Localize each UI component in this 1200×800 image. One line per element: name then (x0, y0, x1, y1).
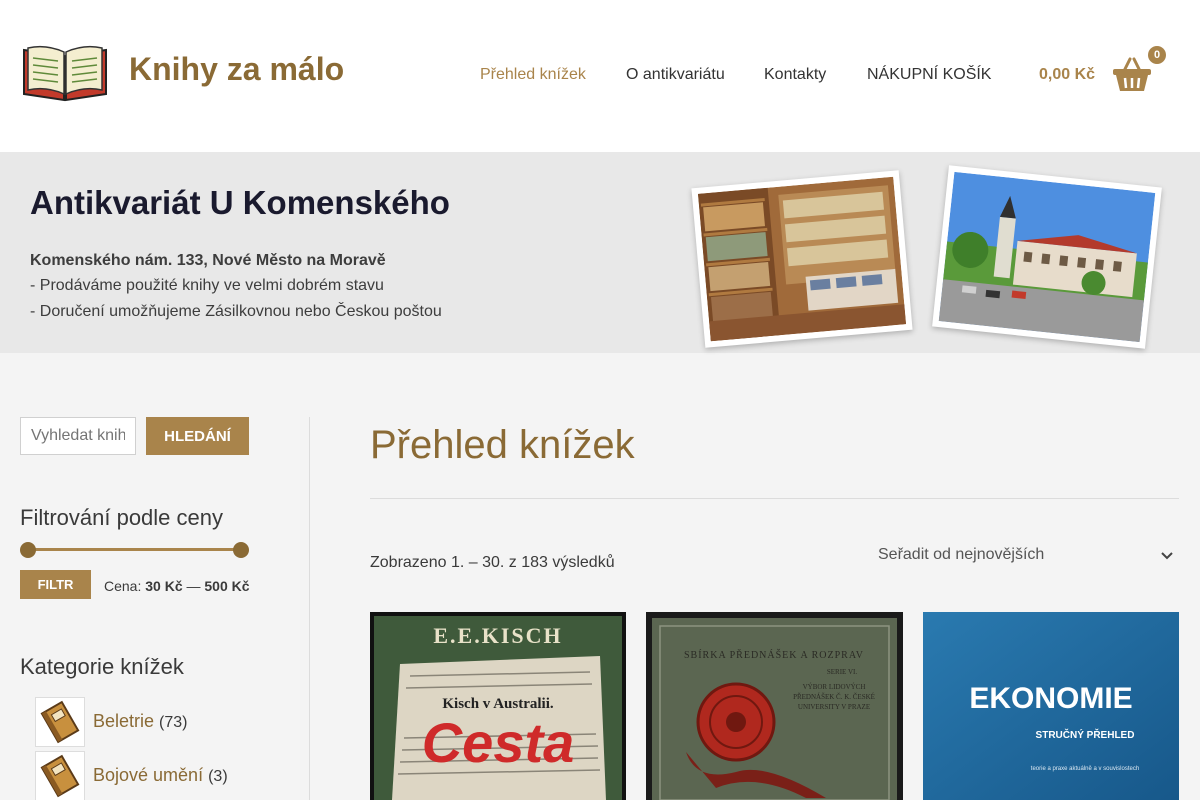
result-count: Zobrazeno 1. – 30. z 183 výsledků (370, 554, 615, 571)
category-label[interactable]: Beletrie (93, 711, 154, 731)
product-card-kisch[interactable]: E.E.KISCH Kisch v Australii. Cesta (370, 612, 626, 800)
category-name[interactable]: Bojové umění (3) (93, 765, 228, 786)
sidebar-divider (309, 417, 310, 800)
cover-series-number: SERIE VI. (827, 668, 857, 676)
shopping-basket-icon[interactable] (1112, 57, 1152, 93)
cover-title: EKONOMIE (969, 682, 1132, 715)
price-slider-min-handle[interactable] (20, 542, 36, 558)
site-title[interactable]: Knihy za málo (129, 51, 344, 88)
price-slider-max-handle[interactable] (233, 542, 249, 558)
hero-line-1: - Prodáváme použité knihy ve velmi dobré… (30, 277, 384, 294)
product-cover-ekonomie[interactable]: EKONOMIE STRUČNÝ PŘEHLED teorie a praxe … (923, 612, 1179, 800)
sort-select[interactable]: Seřadit od nejnovějších (878, 546, 1044, 564)
price-max: 500 Kč (204, 578, 250, 594)
cart-total[interactable]: 0,00 Kč (1039, 66, 1095, 84)
search-button[interactable]: HLEDÁNÍ (146, 417, 249, 455)
category-item-beletrie[interactable]: Beletrie (73) (35, 697, 295, 747)
nav-item-prehled-knizek[interactable]: Přehled knížek (480, 66, 586, 84)
open-book-logo-icon[interactable] (20, 40, 110, 104)
categories-title: Kategorie knížek (20, 654, 184, 679)
cover-series-title: SBÍRKA PŘEDNÁŠEK A ROZPRAV (684, 649, 864, 661)
category-label[interactable]: Bojové umění (93, 765, 203, 785)
price-slider-track[interactable] (28, 548, 241, 551)
hero-title: Antikvariát U Komenského (30, 184, 450, 221)
book-thumbnail-icon[interactable] (35, 751, 85, 800)
cover-title: Cesta (422, 711, 575, 774)
price-filter-title: Filtrování podle ceny (20, 505, 223, 530)
nav-item-nakupni-kosik[interactable]: NÁKUPNÍ KOŠÍK (867, 66, 991, 84)
town-square-image (938, 171, 1156, 343)
price-prefix: Cena: (104, 578, 142, 594)
product-card-ekonomie[interactable]: EKONOMIE STRUČNÝ PŘEHLED teorie a praxe … (923, 612, 1179, 800)
site-header: Knihy za málo Přehled knížek O antikvari… (0, 0, 1200, 152)
cover-note: teorie a praxe aktuálně a v souvislostec… (1031, 766, 1139, 772)
town-square-photo (932, 165, 1162, 349)
title-divider (370, 498, 1179, 499)
hero-line-2: - Doručení umožňujeme Zásilkovnou nebo Č… (30, 303, 442, 320)
bookshop-interior-image (697, 176, 907, 342)
search-input[interactable] (20, 417, 136, 455)
filter-button[interactable]: FILTR (20, 570, 91, 599)
product-cover-kisch[interactable]: E.E.KISCH Kisch v Australii. Cesta (370, 612, 626, 800)
product-card-sbirka-prednasek[interactable]: SBÍRKA PŘEDNÁŠEK A ROZPRAV SERIE VI. VÝB… (646, 612, 903, 800)
cover-author: E.E.KISCH (433, 623, 562, 648)
bookshop-interior-photo (691, 170, 913, 348)
cover-subtitle-box: VÝBOR LIDOVÝCH PŘEDNÁŠEK Č. K. ČESKÉ UNI… (793, 683, 875, 711)
price-separator: — (186, 578, 201, 594)
hero-address: Komenského nám. 133, Nové Město na Morav… (30, 252, 386, 269)
hero-banner: Antikvariát U Komenského Komenského nám.… (0, 152, 1200, 353)
nav-item-kontakty[interactable]: Kontakty (764, 66, 826, 84)
cover-subtitle: VÝBOR LIDOVÝCH PŘEDNÁŠEK Č. K. ČESKÉ UNI… (793, 683, 875, 711)
chevron-down-icon[interactable] (1160, 549, 1174, 563)
book-thumbnail-icon[interactable] (35, 697, 85, 747)
category-count: (3) (208, 768, 228, 785)
price-min: 30 Kč (145, 578, 183, 594)
cover-subtitle: Kisch v Australii. (442, 696, 554, 712)
category-name[interactable]: Beletrie (73) (93, 711, 188, 732)
product-cover-sbirka-prednasek[interactable]: SBÍRKA PŘEDNÁŠEK A ROZPRAV SERIE VI. VÝB… (646, 612, 903, 800)
price-range-label: Cena: 30 Kč — 500 Kč (104, 578, 250, 594)
cover-subtitle: STRUČNÝ PŘEHLED (1036, 728, 1135, 741)
category-item-bojove-umeni[interactable]: Bojové umění (3) (35, 751, 295, 800)
page-title: Přehled knížek (370, 423, 635, 467)
cart-count-badge: 0 (1148, 46, 1166, 64)
nav-item-o-antikvariatu[interactable]: O antikvariátu (626, 66, 725, 84)
category-count: (73) (159, 714, 188, 731)
